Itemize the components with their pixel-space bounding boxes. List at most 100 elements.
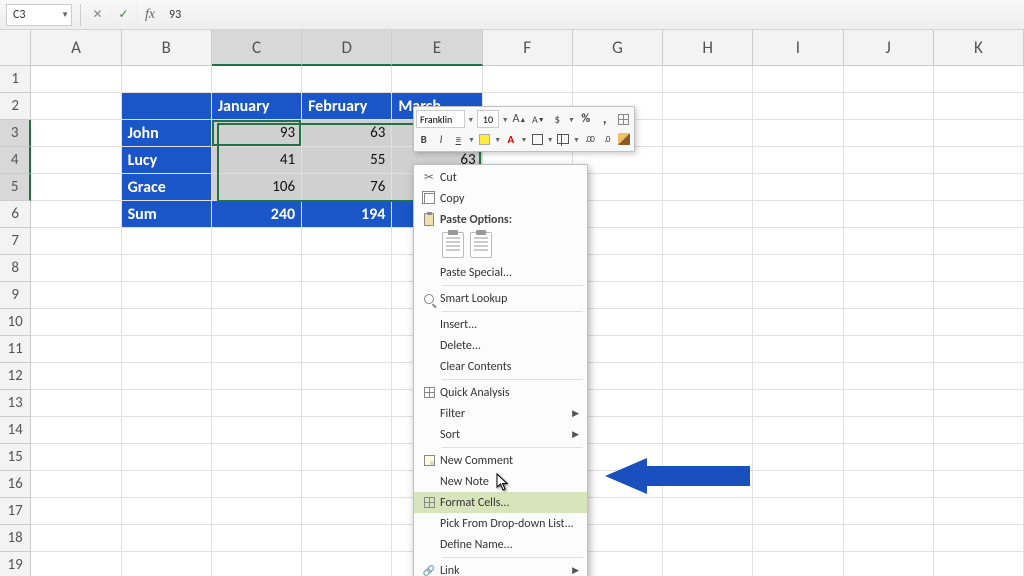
cell-C15[interactable] — [212, 444, 302, 471]
cell-A9[interactable] — [31, 282, 121, 309]
cell-C7[interactable] — [212, 228, 302, 255]
ctx-define-name[interactable]: Define Name... — [414, 534, 587, 555]
cell-I9[interactable] — [753, 282, 843, 309]
cell-H11[interactable] — [663, 336, 753, 363]
cell-K15[interactable] — [934, 444, 1024, 471]
increase-font-button[interactable]: A▲ — [511, 110, 528, 128]
ctx-pick-from-list[interactable]: Pick From Drop-down List... — [414, 513, 587, 534]
cell-D11[interactable] — [302, 336, 392, 363]
cell-A12[interactable] — [31, 363, 121, 390]
cell-B14[interactable] — [122, 417, 212, 444]
ctx-delete[interactable]: Delete... — [414, 335, 587, 356]
cell-J7[interactable] — [844, 228, 934, 255]
cell-C9[interactable] — [212, 282, 302, 309]
cell-D13[interactable] — [302, 390, 392, 417]
cell-I2[interactable] — [753, 93, 843, 120]
cell-B12[interactable] — [122, 363, 212, 390]
ctx-new-comment[interactable]: New Comment — [414, 450, 587, 471]
cell-A17[interactable] — [31, 498, 121, 525]
cell-J11[interactable] — [844, 336, 934, 363]
cell-I4[interactable] — [753, 147, 843, 174]
format-painter-button[interactable] — [617, 130, 632, 148]
cell-J18[interactable] — [844, 525, 934, 552]
ctx-sort[interactable]: Sort ▶ — [414, 424, 587, 445]
cell-I17[interactable] — [753, 498, 843, 525]
cell-H17[interactable] — [663, 498, 753, 525]
cell-A19[interactable] — [31, 552, 121, 576]
cell-D2[interactable]: February — [302, 93, 392, 120]
cell-J2[interactable] — [844, 93, 934, 120]
ctx-filter[interactable]: Filter ▶ — [414, 403, 587, 424]
cell-J19[interactable] — [844, 552, 934, 576]
font-color-button[interactable]: A — [503, 130, 518, 148]
cell-H8[interactable] — [663, 255, 753, 282]
cell-H5[interactable] — [663, 174, 753, 201]
cell-I5[interactable] — [753, 174, 843, 201]
row-header-4[interactable]: 4 — [0, 147, 31, 174]
cell-A13[interactable] — [31, 390, 121, 417]
cell-K13[interactable] — [934, 390, 1024, 417]
cell-B10[interactable] — [122, 309, 212, 336]
col-header-C[interactable]: C — [212, 30, 302, 66]
cell-J5[interactable] — [844, 174, 934, 201]
cell-J16[interactable] — [844, 471, 934, 498]
cell-A1[interactable] — [31, 66, 121, 93]
cell-K2[interactable] — [934, 93, 1024, 120]
cell-C18[interactable] — [212, 525, 302, 552]
cell-H9[interactable] — [663, 282, 753, 309]
cell-D12[interactable] — [302, 363, 392, 390]
percent-button[interactable]: % — [577, 110, 594, 128]
col-header-A[interactable]: A — [31, 30, 121, 66]
underline-button[interactable]: ≡ — [451, 130, 466, 148]
cell-C8[interactable] — [212, 255, 302, 282]
name-box-dropdown-icon[interactable]: ▼ — [61, 10, 69, 20]
cell-J8[interactable] — [844, 255, 934, 282]
cell-K12[interactable] — [934, 363, 1024, 390]
cell-G1[interactable] — [573, 66, 663, 93]
fx-icon[interactable]: fx — [137, 7, 163, 23]
col-header-I[interactable]: I — [753, 30, 843, 66]
cell-I7[interactable] — [753, 228, 843, 255]
cell-H6[interactable] — [663, 201, 753, 228]
row-header-3[interactable]: 3 — [0, 120, 31, 147]
cell-H2[interactable] — [663, 93, 753, 120]
cell-H13[interactable] — [663, 390, 753, 417]
cell-D19[interactable] — [302, 552, 392, 576]
cell-J3[interactable] — [844, 120, 934, 147]
border-button[interactable] — [529, 130, 544, 148]
cell-D3[interactable]: 63 — [302, 120, 392, 147]
increase-decimal-button[interactable]: .00 — [582, 130, 597, 148]
row-header-6[interactable]: 6 — [0, 201, 31, 228]
cell-I18[interactable] — [753, 525, 843, 552]
cell-D15[interactable] — [302, 444, 392, 471]
name-box[interactable]: C3 ▼ — [6, 4, 72, 26]
cell-B4[interactable]: Lucy — [122, 147, 212, 174]
col-header-K[interactable]: K — [934, 30, 1024, 66]
cell-K14[interactable] — [934, 417, 1024, 444]
cell-D16[interactable] — [302, 471, 392, 498]
italic-button[interactable]: I — [433, 130, 448, 148]
cell-J4[interactable] — [844, 147, 934, 174]
cell-I12[interactable] — [753, 363, 843, 390]
cell-K10[interactable] — [934, 309, 1024, 336]
cell-D1[interactable] — [302, 66, 392, 93]
row-header-17[interactable]: 17 — [0, 498, 31, 525]
paste-option-2[interactable] — [470, 232, 492, 258]
cell-A16[interactable] — [31, 471, 121, 498]
cell-B13[interactable] — [122, 390, 212, 417]
currency-button[interactable]: $ — [549, 110, 566, 128]
cell-B9[interactable] — [122, 282, 212, 309]
font-color-dropdown-icon[interactable]: ▼ — [521, 135, 528, 144]
cell-C3[interactable]: 93 — [212, 120, 302, 147]
cell-B3[interactable]: John — [122, 120, 212, 147]
cell-C6[interactable]: 240 — [212, 201, 302, 228]
cell-A5[interactable] — [31, 174, 121, 201]
merge-button[interactable] — [556, 130, 571, 148]
border-dropdown-icon[interactable]: ▼ — [547, 135, 554, 144]
cell-C14[interactable] — [212, 417, 302, 444]
cell-J9[interactable] — [844, 282, 934, 309]
cell-I1[interactable] — [753, 66, 843, 93]
cell-D18[interactable] — [302, 525, 392, 552]
cell-A6[interactable] — [31, 201, 121, 228]
row-header-5[interactable]: 5 — [0, 174, 31, 201]
